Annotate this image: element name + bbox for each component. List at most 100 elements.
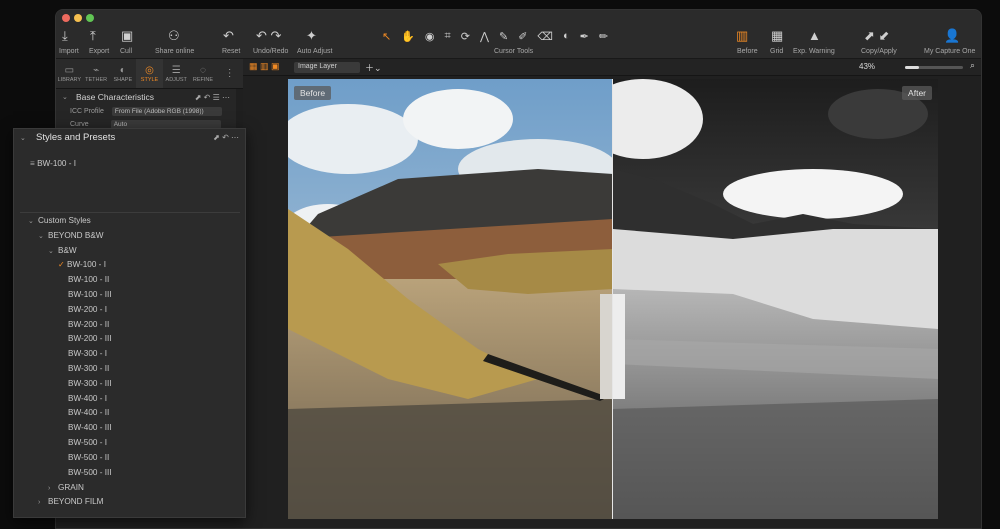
style-item-label: BW-200 - I — [68, 305, 107, 314]
style-item[interactable]: BW-200 - I — [68, 305, 107, 314]
grid-button[interactable]: ▦ — [771, 28, 783, 44]
before-icon: ▥ — [736, 28, 749, 43]
style-item[interactable]: BW-200 - III — [68, 334, 112, 343]
style-item[interactable]: BW-300 - I — [68, 349, 107, 358]
cull-button[interactable]: ▣ — [121, 28, 133, 44]
before-label: Before — [737, 48, 758, 55]
my-capture-one-button[interactable]: 👤 — [944, 28, 960, 44]
style-item[interactable]: BW-100 - III — [68, 290, 112, 299]
tab-shape[interactable]: ◐ SHAPE — [109, 59, 136, 88]
undo-redo-button[interactable]: ↶ ↷ — [256, 28, 281, 44]
tether-icon: ⌁ — [93, 64, 100, 76]
library-icon: ▭ — [64, 64, 75, 76]
grain-folder[interactable]: › GRAIN — [48, 483, 84, 492]
add-layer-icon[interactable]: ＋⌄ — [365, 61, 382, 74]
style-item[interactable]: BW-500 - II — [68, 453, 109, 462]
style-item-label: BW-400 - I — [68, 394, 107, 403]
spot-cursor-icon[interactable]: ✎ — [499, 30, 508, 43]
before-image — [288, 79, 613, 519]
style-item[interactable]: BW-500 - I — [68, 438, 107, 447]
checkmark-icon: ✓ — [58, 260, 65, 269]
style-item[interactable]: BW-400 - II — [68, 408, 109, 417]
style-item[interactable]: BW-400 - III — [68, 423, 112, 432]
reset-label: Reset — [222, 48, 241, 55]
cursor-tools-group: ↖ ✋ ◉ ⌗ ⟳ ⋀ ✎ ✐ ⌫ ◐ ✒ ✏ — [382, 30, 608, 43]
rotate-cursor-icon[interactable]: ⟳ — [461, 30, 470, 43]
undo-redo-label: Undo/Redo — [253, 48, 289, 55]
eraser-cursor-icon[interactable]: ⌫ — [537, 30, 553, 43]
style-item-label: BW-500 - I — [68, 438, 107, 447]
style-item[interactable]: BW-400 - I — [68, 394, 107, 403]
annotate-cursor-icon[interactable]: ✏ — [599, 30, 608, 43]
loupe-cursor-icon[interactable]: ◉ — [425, 30, 435, 43]
before-after-divider[interactable] — [612, 79, 613, 519]
base-characteristics-header[interactable]: ⌄ Base Characteristics ⬈ ↶ ☰ ⋯ — [56, 89, 236, 105]
share-online-icon: ⚇ — [168, 28, 180, 43]
picker-cursor-icon[interactable]: ✒ — [580, 30, 589, 43]
auto-adjust-icon: ✦ — [306, 28, 317, 43]
tab-style[interactable]: ◎ STYLE — [136, 59, 163, 88]
style-item[interactable]: BW-300 - II — [68, 364, 109, 373]
tab-label: STYLE — [140, 76, 159, 83]
beyond-film-folder[interactable]: › BEYOND FILM — [38, 497, 104, 506]
styles-panel-actions-icon[interactable]: ⬈ ↶ ⋯ — [213, 133, 239, 142]
top-toolbar: ⤓ ⤒ ▣ ⚇ ↶ ↶ ↷ ✦ ↖ ✋ ◉ ⌗ ⟳ ⋀ ✎ ✐ ⌫ ◐ ✒ ✏ … — [56, 10, 981, 59]
styles-panel-header[interactable]: ⌄ Styles and Presets ⬈ ↶ ⋯ — [14, 129, 245, 146]
panel-title: Base Characteristics — [76, 92, 154, 102]
style-item-label: BW-300 - II — [68, 364, 110, 373]
layer-select[interactable]: Image Layer — [294, 62, 360, 73]
panel-actions-icon[interactable]: ⬈ ↶ ☰ ⋯ — [195, 93, 230, 102]
more-tabs-button[interactable]: ⋮ — [216, 59, 243, 88]
custom-styles-folder[interactable]: ⌄ Custom Styles — [28, 216, 91, 225]
icc-profile-select[interactable]: From File (Adobe RGB (1998)) — [111, 107, 222, 116]
chevron-right-icon: › — [48, 485, 51, 492]
my-capture-one-label: My Capture One — [924, 48, 976, 55]
before-button[interactable]: ▥ — [736, 28, 748, 44]
copy-apply-button[interactable]: ⬈ ⬋ — [864, 28, 889, 44]
auto-adjust-label: Auto Adjust — [297, 48, 333, 55]
keystone-cursor-icon[interactable]: ⋀ — [480, 30, 489, 43]
tab-label: ADJUST — [165, 76, 187, 83]
applied-style-name: BW-100 - I — [37, 159, 77, 168]
gradient-cursor-icon[interactable]: ◐ — [563, 30, 570, 43]
styles-panel-title: Styles and Presets — [36, 132, 116, 143]
tab-adjust[interactable]: ☰ ADJUST — [163, 59, 190, 88]
import-button[interactable]: ⤓ — [62, 28, 68, 44]
tab-library[interactable]: ▭ LIBRARY — [56, 59, 83, 88]
crop-cursor-icon[interactable]: ⌗ — [445, 30, 451, 43]
style-item[interactable]: BW-500 - III — [68, 468, 112, 477]
style-item[interactable]: BW-300 - III — [68, 379, 112, 388]
zoom-search-icon[interactable]: ⌕ — [970, 60, 975, 71]
auto-adjust-button[interactable]: ✦ — [306, 28, 317, 44]
minimize-window-button[interactable] — [74, 14, 82, 22]
close-window-button[interactable] — [62, 14, 70, 22]
select-cursor-icon[interactable]: ↖ — [382, 30, 391, 43]
more-icon: ⋮ — [224, 67, 235, 79]
export-button[interactable]: ⤒ — [90, 28, 96, 44]
bw-folder[interactable]: ⌄ B&W — [48, 246, 77, 255]
account-icon: 👤 — [944, 28, 961, 43]
adjust-icon: ☰ — [171, 64, 181, 76]
style-item-label: BW-400 - III — [68, 423, 112, 432]
reset-button[interactable]: ↶ — [223, 28, 234, 44]
style-item[interactable]: BW-100 - II — [68, 275, 109, 284]
pan-cursor-icon[interactable]: ✋ — [401, 30, 415, 43]
viewer-layout-icon[interactable]: ▦ ▥ ▣ — [249, 61, 280, 72]
folder-label: BEYOND FILM — [48, 497, 104, 506]
chevron-down-icon: ⌄ — [38, 233, 44, 240]
beyond-bw-folder[interactable]: ⌄ BEYOND B&W — [38, 231, 104, 240]
tab-tether[interactable]: ⌁ TETHER — [83, 59, 110, 88]
style-item[interactable]: ✓ BW-100 - I — [58, 260, 106, 269]
zoom-slider[interactable] — [905, 66, 963, 69]
zoom-level: 43% — [859, 62, 876, 71]
tab-refine[interactable]: ◌ REFINE — [190, 59, 217, 88]
folder-label: GRAIN — [58, 483, 84, 492]
brush-cursor-icon[interactable]: ✐ — [518, 30, 527, 43]
exposure-warning-button[interactable]: ▲ — [808, 28, 821, 44]
grid-icon: ▦ — [771, 28, 784, 43]
zoom-slider-fill — [905, 66, 919, 69]
zoom-window-button[interactable] — [86, 14, 94, 22]
style-item[interactable]: BW-200 - II — [68, 320, 109, 329]
tab-label: LIBRARY — [57, 76, 82, 83]
share-online-button[interactable]: ⚇ — [168, 28, 180, 44]
